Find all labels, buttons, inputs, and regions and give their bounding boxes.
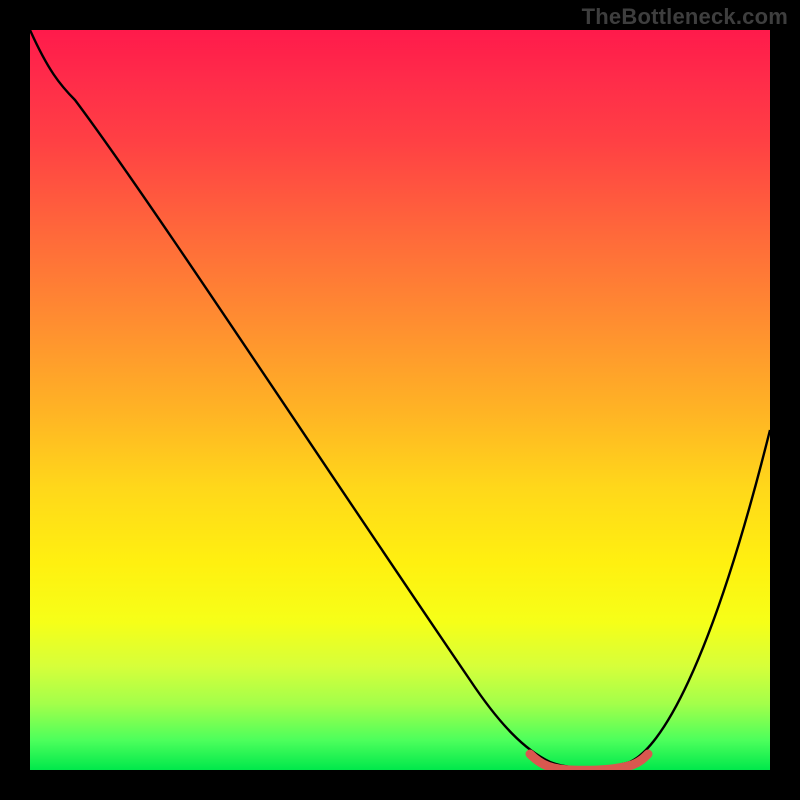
curve-layer [30,30,770,770]
chart-frame: TheBottleneck.com [0,0,800,800]
bottleneck-curve [30,30,770,768]
plot-area [30,30,770,770]
floor-highlight-segment [530,754,648,770]
watermark-label: TheBottleneck.com [582,4,788,30]
